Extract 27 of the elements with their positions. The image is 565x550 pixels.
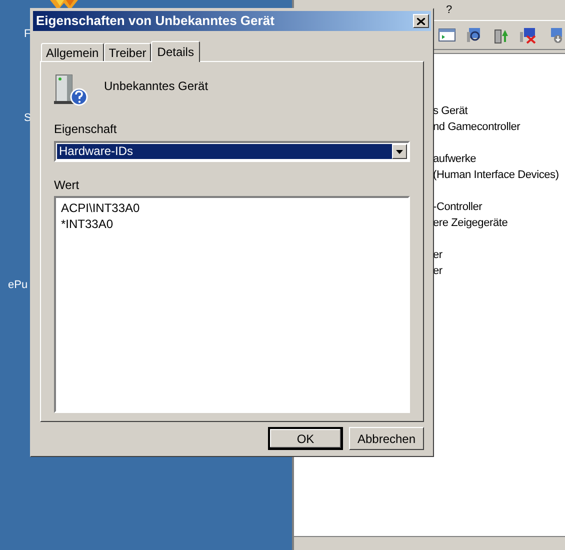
- desktop-icon-label[interactable]: ePu: [8, 277, 28, 294]
- scan-icon[interactable]: [465, 26, 483, 44]
- device-category[interactable]: aufwerke: [433, 151, 565, 167]
- value-line[interactable]: *INT33A0: [61, 216, 403, 232]
- desktop-icon-label[interactable]: F: [24, 26, 31, 42]
- close-button[interactable]: [413, 14, 429, 28]
- tab[interactable]: Treiber: [104, 43, 152, 61]
- device-category[interactable]: ere Zeigegeräte: [433, 215, 565, 231]
- value-label: Wert: [54, 177, 80, 194]
- menu-item[interactable]: ?: [442, 2, 456, 18]
- device-name: Unbekanntes Gerät: [104, 78, 208, 95]
- device-category[interactable]: (Human Interface Devices): [433, 167, 565, 183]
- unknown-device-icon: [54, 74, 88, 106]
- window-title: Eigenschaften von Unbekanntes Gerät: [36, 12, 274, 30]
- window-icon[interactable]: [438, 26, 456, 44]
- tab[interactable]: Details: [151, 41, 200, 62]
- dialog-button[interactable]: OK: [268, 427, 343, 450]
- dropdown-arrow-icon: [396, 150, 403, 154]
- dialog-button[interactable]: Abbrechen: [349, 427, 424, 450]
- uninstall-icon[interactable]: [519, 26, 537, 44]
- property-dropdown[interactable]: Hardware-IDs: [54, 141, 410, 162]
- device-category[interactable]: -Controller: [433, 199, 565, 215]
- device-category[interactable]: nd Gamecontroller: [433, 119, 565, 135]
- close-icon: [417, 18, 425, 24]
- tab[interactable]: Allgemein: [41, 43, 104, 61]
- value-line[interactable]: ACPI\INT33A0: [61, 200, 403, 216]
- property-label: Eigenschaft: [54, 121, 118, 138]
